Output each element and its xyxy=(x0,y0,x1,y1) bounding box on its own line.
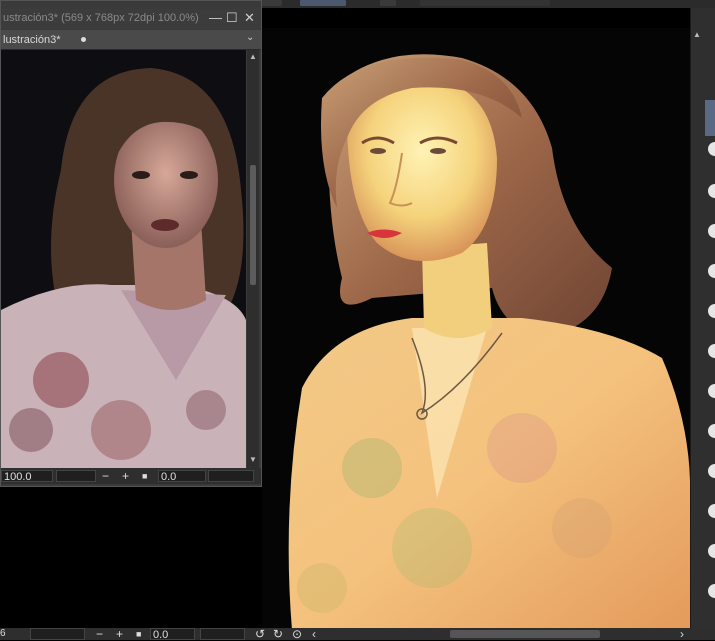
scroll-right-icon[interactable]: › xyxy=(680,628,684,640)
rotate-right-icon[interactable]: ↻ xyxy=(273,628,283,640)
flip-icon[interactable]: ⊙ xyxy=(292,628,302,640)
angle-slider[interactable] xyxy=(208,470,254,482)
painting-artwork xyxy=(288,54,690,630)
layer-visibility-icon[interactable] xyxy=(708,344,715,358)
layer-visibility-icon[interactable] xyxy=(708,544,715,558)
main-reset-zoom-button[interactable]: ■ xyxy=(136,628,141,640)
main-angle-field[interactable]: 0.0 xyxy=(150,628,195,641)
toolbar-button[interactable] xyxy=(380,0,396,6)
main-zoom-field[interactable]: 6 xyxy=(0,628,6,640)
reset-zoom-button[interactable]: ■ xyxy=(142,470,147,482)
horizontal-scroll-thumb[interactable] xyxy=(450,630,600,638)
toolbar-button[interactable] xyxy=(300,0,346,6)
scroll-up-icon[interactable]: ▲ xyxy=(693,30,701,39)
toolbar-button[interactable] xyxy=(262,0,282,6)
tab-document[interactable]: lustración3* xyxy=(3,34,60,46)
scroll-down-icon[interactable]: ▼ xyxy=(249,455,257,464)
main-zoom-out-button[interactable]: − xyxy=(96,628,103,640)
chevron-down-icon[interactable]: ⌄ xyxy=(246,32,254,43)
angle-field[interactable]: 0.0 xyxy=(158,470,206,483)
layer-visibility-icon[interactable] xyxy=(708,504,715,518)
rotate-left-icon[interactable]: ↺ xyxy=(255,628,265,640)
layer-visibility-icon[interactable] xyxy=(708,464,715,478)
zoom-out-button[interactable]: − xyxy=(102,470,109,482)
zoom-field[interactable]: 100.0 xyxy=(1,470,53,483)
toolbar-group[interactable] xyxy=(420,0,550,6)
minimize-icon[interactable]: — xyxy=(209,11,222,24)
subwindow-title: ustración3* (569 x 768px 72dpi 100.0%) xyxy=(3,12,199,24)
subwindow-vertical-scrollbar[interactable]: ▲ ▼ xyxy=(247,50,259,468)
main-statusbar: 6 − + ■ 0.0 ↺ ↻ ⊙ ‹ › xyxy=(0,628,715,641)
main-canvas[interactable] xyxy=(262,28,690,630)
layer-visibility-icon[interactable] xyxy=(708,142,715,156)
layer-visibility-icon[interactable] xyxy=(708,424,715,438)
reference-photo xyxy=(1,50,246,468)
unsaved-indicator-icon[interactable] xyxy=(81,37,86,42)
main-zoom-in-button[interactable]: + xyxy=(116,628,123,640)
close-icon[interactable]: ✕ xyxy=(244,11,255,24)
panel-tab[interactable] xyxy=(705,100,715,136)
zoom-in-button[interactable]: + xyxy=(122,470,129,482)
maximize-icon[interactable]: ☐ xyxy=(226,11,238,24)
layer-visibility-icon[interactable] xyxy=(708,184,715,198)
reference-subwindow: ustración3* (569 x 768px 72dpi 100.0%) —… xyxy=(0,0,262,487)
layer-visibility-icon[interactable] xyxy=(708,384,715,398)
layer-visibility-icon[interactable] xyxy=(708,224,715,238)
zoom-slider[interactable] xyxy=(56,470,96,482)
main-angle-slider[interactable] xyxy=(200,628,245,640)
layer-visibility-icon[interactable] xyxy=(708,304,715,318)
main-zoom-slider[interactable] xyxy=(30,628,85,640)
scroll-up-icon[interactable]: ▲ xyxy=(249,52,257,61)
scrollbar-thumb[interactable] xyxy=(250,165,256,285)
layer-visibility-icon[interactable] xyxy=(708,584,715,598)
scroll-left-icon[interactable]: ‹ xyxy=(312,628,316,640)
layer-visibility-icon[interactable] xyxy=(708,264,715,278)
